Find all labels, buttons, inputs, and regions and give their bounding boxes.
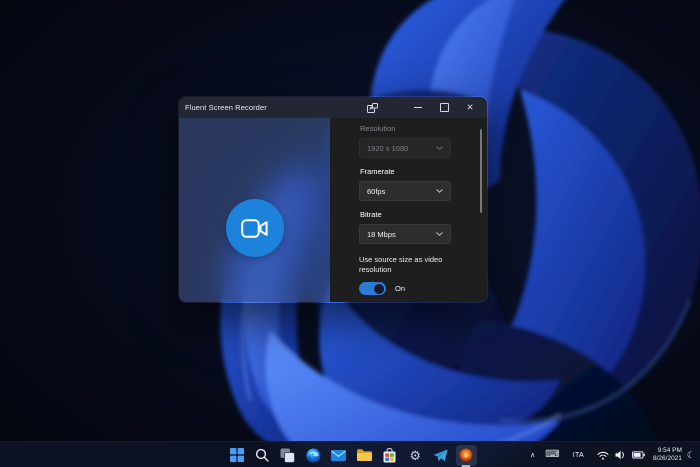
maximize-icon [440, 103, 449, 112]
framerate-label: Framerate [360, 167, 487, 176]
windows-start-icon [230, 448, 244, 462]
bitrate-label: Bitrate [360, 210, 487, 219]
desktop: Fluent Screen Recorder ✕ [0, 0, 700, 467]
taskbar-item-mail[interactable] [326, 442, 352, 467]
taskbar-center-icons: ⚙ [224, 442, 479, 467]
minimize-button[interactable] [405, 97, 431, 118]
volume-icon [615, 450, 626, 460]
resolution-dropdown[interactable]: 1920 x 1080 [359, 138, 451, 158]
bitrate-value: 18 Mbps [367, 230, 396, 239]
compact-overlay-button[interactable] [359, 97, 385, 118]
hidden-icons-chevron[interactable]: ∧ [530, 451, 535, 459]
source-size-label: Use source size as video resolution [359, 255, 471, 275]
taskbar: ⚙ [0, 441, 700, 467]
chevron-down-icon [436, 146, 443, 150]
framerate-value: 60fps [367, 187, 385, 196]
touch-keyboard-icon[interactable]: ⌨ [545, 450, 559, 460]
file-explorer-icon [357, 449, 372, 461]
settings-panel: Resolution 1920 x 1080 Framerate 60fps B… [330, 118, 487, 303]
maximize-button[interactable] [431, 97, 457, 118]
language-indicator[interactable]: ITA [573, 452, 584, 459]
task-view-icon [280, 448, 295, 463]
toggle-knob [374, 284, 384, 294]
preview-panel [179, 118, 330, 303]
fluent-screen-recorder-window: Fluent Screen Recorder ✕ [178, 96, 488, 303]
bitrate-dropdown[interactable]: 18 Mbps [359, 224, 451, 244]
source-size-toggle-row: On [359, 282, 487, 295]
microsoft-store-icon [383, 448, 396, 463]
fluent-screen-recorder-icon [459, 448, 473, 462]
video-camera-icon [241, 219, 268, 238]
taskbar-item-start[interactable] [224, 442, 250, 467]
taskbar-item-file-explorer[interactable] [352, 442, 378, 467]
close-button[interactable]: ✕ [457, 97, 483, 118]
window-body: Resolution 1920 x 1080 Framerate 60fps B… [179, 118, 487, 303]
window-titlebar[interactable]: Fluent Screen Recorder ✕ [179, 97, 487, 118]
running-app-indicator [462, 465, 471, 467]
taskbar-item-search[interactable] [250, 442, 276, 467]
framerate-dropdown[interactable]: 60fps [359, 181, 451, 201]
close-icon: ✕ [466, 103, 473, 112]
record-button[interactable] [226, 199, 284, 257]
settings-gear-icon: ⚙ [409, 449, 421, 462]
taskbar-clock[interactable]: 9:54 PM 8/26/2021 [653, 447, 682, 463]
chevron-down-icon [436, 232, 443, 236]
focus-assist-moon-icon[interactable]: ☾ [687, 451, 695, 460]
taskbar-item-microsoft-store[interactable] [377, 442, 403, 467]
taskbar-item-edge[interactable] [301, 442, 327, 467]
minimize-icon [414, 107, 422, 108]
quick-settings[interactable] [597, 450, 645, 460]
active-app-highlight [456, 445, 477, 466]
mail-icon [331, 450, 346, 461]
taskbar-item-fluent-screen-recorder-active[interactable] [454, 442, 480, 467]
battery-icon [632, 451, 645, 459]
settings-scrollbar[interactable] [480, 129, 482, 213]
wifi-icon [597, 451, 609, 460]
resolution-label: Resolution [360, 124, 487, 133]
taskbar-item-settings[interactable]: ⚙ [403, 442, 429, 467]
resolution-value: 1920 x 1080 [367, 144, 408, 153]
clock-date: 8/26/2021 [653, 455, 682, 463]
taskbar-item-telegram[interactable] [428, 442, 454, 467]
search-icon [255, 448, 269, 462]
taskbar-item-task-view[interactable] [275, 442, 301, 467]
source-size-toggle[interactable] [359, 282, 386, 295]
clock-time: 9:54 PM [653, 447, 682, 455]
compact-overlay-icon [367, 103, 378, 113]
telegram-icon [433, 449, 448, 462]
chevron-down-icon [436, 189, 443, 193]
system-tray: ∧ ⌨ ITA 9:54 PM [530, 442, 700, 467]
window-title: Fluent Screen Recorder [185, 103, 359, 112]
edge-browser-icon [306, 448, 321, 463]
toggle-state-label: On [395, 284, 405, 293]
